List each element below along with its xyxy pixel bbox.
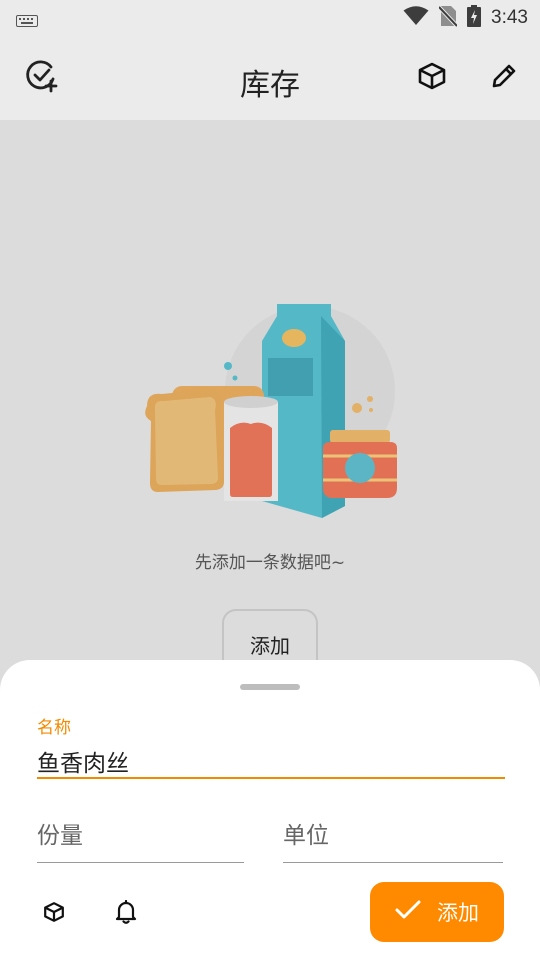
add-item-sheet: 名称 鱼香肉丝 份量 单位 添加 (0, 660, 540, 960)
status-bar: 3:43 (0, 0, 540, 36)
unit-input[interactable]: 单位 (283, 816, 329, 850)
empty-illustration (140, 296, 400, 525)
page-title: 库存 (240, 68, 300, 103)
box-button[interactable] (36, 896, 72, 932)
edit-icon (490, 62, 518, 94)
submit-add-label: 添加 (437, 901, 479, 925)
name-input[interactable]: 鱼香肉丝 (37, 744, 129, 778)
quantity-input[interactable]: 份量 (37, 816, 83, 850)
edit-button[interactable] (482, 56, 526, 100)
keyboard-icon (16, 12, 38, 31)
quantity-input-underline (37, 862, 244, 863)
app-bar: 库存 (0, 36, 540, 120)
add-button-label: 添加 (250, 634, 290, 658)
box-icon (417, 61, 447, 95)
wifi-icon (403, 6, 429, 30)
no-sim-icon (437, 5, 459, 31)
check-icon (395, 900, 421, 925)
empty-message: 先添加一条数据吧~ (194, 553, 346, 573)
battery-charging-icon (467, 5, 482, 31)
bell-icon (115, 899, 137, 928)
name-field-label: 名称 (37, 718, 71, 738)
box-icon (43, 901, 65, 927)
submit-add-button[interactable]: 添加 (370, 882, 504, 942)
reminder-button[interactable] (108, 896, 144, 932)
sheet-drag-handle[interactable] (240, 684, 300, 690)
unit-input-underline (283, 862, 503, 863)
name-input-underline (37, 777, 505, 779)
status-time: 3:43 (491, 7, 528, 28)
inventory-button[interactable] (410, 56, 454, 100)
